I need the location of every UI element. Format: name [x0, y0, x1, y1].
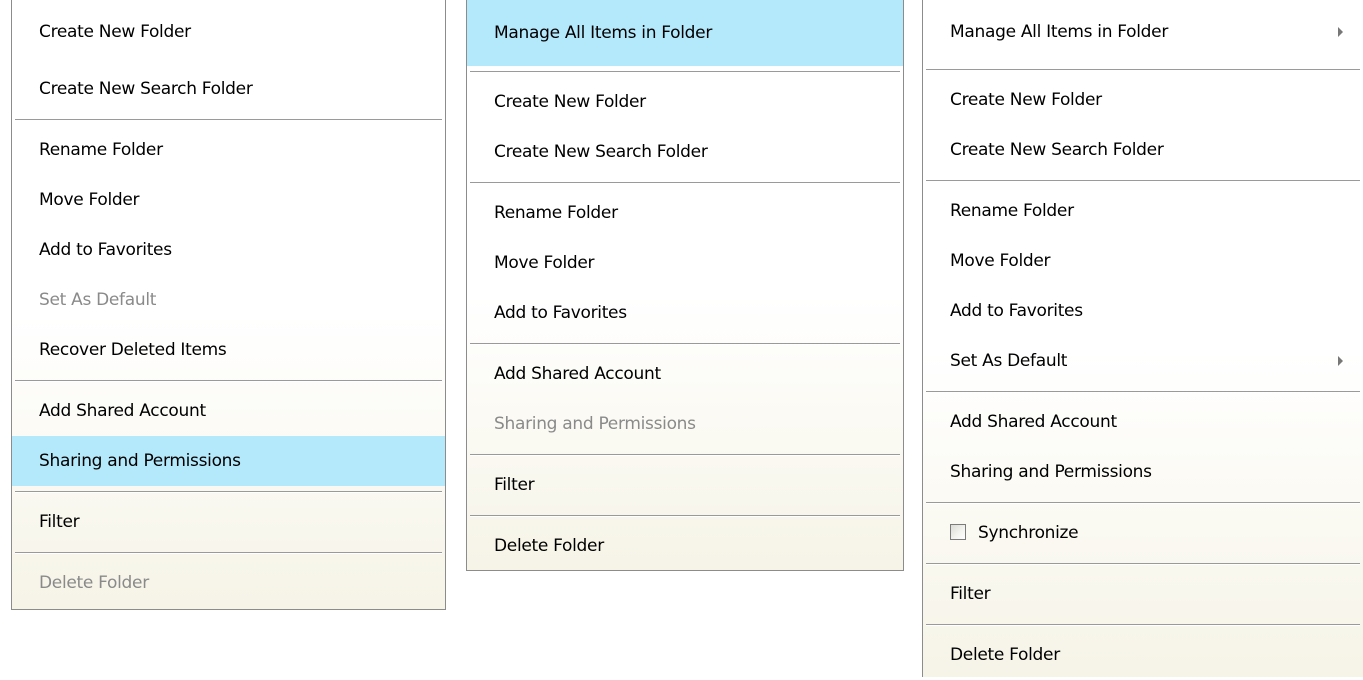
menu-item-add-to-favorites[interactable]: Add to Favorites	[12, 225, 445, 275]
menu-separator	[923, 64, 1363, 75]
menu-item-manage-all-items[interactable]: Manage All Items in Folder	[467, 0, 903, 66]
menu-item-label: Create New Search Folder	[494, 142, 708, 162]
menu-item-create-new-folder[interactable]: Create New Folder	[467, 77, 903, 127]
menu-separator	[923, 619, 1363, 630]
context-menu-mailbox-folder: Manage All Items in Folder Create New Fo…	[922, 0, 1363, 677]
menu-item-label: Add to Favorites	[950, 301, 1083, 321]
menu-item-label: Filter	[494, 475, 535, 495]
menu-separator	[12, 375, 445, 386]
menu-item-create-new-search-folder[interactable]: Create New Search Folder	[467, 127, 903, 177]
menu-item-delete-folder[interactable]: Delete Folder	[467, 521, 903, 571]
menu-item-create-new-search-folder[interactable]: Create New Search Folder	[12, 64, 445, 114]
menu-item-synchronize[interactable]: Synchronize	[923, 508, 1363, 558]
menu-item-add-shared-account[interactable]: Add Shared Account	[467, 349, 903, 399]
menu-item-rename-folder[interactable]: Rename Folder	[12, 125, 445, 175]
menu-item-move-folder[interactable]: Move Folder	[923, 236, 1363, 286]
menu-separator	[12, 547, 445, 558]
menu-item-rename-folder[interactable]: Rename Folder	[923, 186, 1363, 236]
menu-separator	[923, 386, 1363, 397]
menu-item-add-shared-account[interactable]: Add Shared Account	[12, 386, 445, 436]
menu-item-sharing-and-permissions: Sharing and Permissions	[467, 399, 903, 449]
menu-item-label: Rename Folder	[39, 140, 163, 160]
menu-item-sharing-and-permissions[interactable]: Sharing and Permissions	[923, 447, 1363, 497]
menu-separator	[12, 486, 445, 497]
menu-separator	[467, 510, 903, 521]
menu-item-add-shared-account[interactable]: Add Shared Account	[923, 397, 1363, 447]
menu-item-recover-deleted-items[interactable]: Recover Deleted Items	[12, 325, 445, 375]
menu-item-move-folder[interactable]: Move Folder	[12, 175, 445, 225]
menu-item-filter[interactable]: Filter	[467, 460, 903, 510]
menu-item-label: Create New Folder	[494, 92, 646, 112]
menu-item-label: Add to Favorites	[494, 303, 627, 323]
menu-item-rename-folder[interactable]: Rename Folder	[467, 188, 903, 238]
menu-separator	[467, 177, 903, 188]
submenu-arrow-icon	[1338, 356, 1343, 366]
menu-item-set-as-default[interactable]: Set As Default	[923, 336, 1363, 386]
menu-separator	[923, 558, 1363, 569]
menu-item-label: Delete Folder	[39, 573, 149, 593]
menu-item-label: Create New Folder	[950, 90, 1102, 110]
context-menu-outlook-folder: Create New Folder Create New Search Fold…	[11, 0, 446, 610]
menu-item-label: Synchronize	[978, 523, 1079, 543]
menu-item-label: Delete Folder	[950, 645, 1060, 665]
menu-item-set-as-default: Set As Default	[12, 275, 445, 325]
menu-item-filter[interactable]: Filter	[923, 569, 1363, 619]
menu-item-label: Manage All Items in Folder	[950, 22, 1169, 42]
menu-item-delete-folder: Delete Folder	[12, 558, 445, 608]
menu-item-label: Add Shared Account	[950, 412, 1117, 432]
menu-item-create-new-search-folder[interactable]: Create New Search Folder	[923, 125, 1363, 175]
menu-separator	[923, 175, 1363, 186]
menu-item-label: Recover Deleted Items	[39, 340, 227, 360]
menu-item-filter[interactable]: Filter	[12, 497, 445, 547]
menu-item-manage-all-items[interactable]: Manage All Items in Folder	[923, 0, 1363, 64]
menu-item-label: Move Folder	[950, 251, 1051, 271]
menu-item-label: Filter	[39, 512, 80, 532]
menu-item-label: Sharing and Permissions	[494, 414, 696, 434]
synchronize-checkbox[interactable]	[950, 523, 966, 540]
menu-separator	[923, 497, 1363, 508]
menu-item-label: Rename Folder	[494, 203, 618, 223]
menu-separator	[467, 66, 903, 77]
menu-item-label: Create New Folder	[39, 22, 191, 42]
menu-item-label: Sharing and Permissions	[39, 451, 241, 471]
menu-item-move-folder[interactable]: Move Folder	[467, 238, 903, 288]
menu-separator	[12, 114, 445, 125]
menu-item-label: Rename Folder	[950, 201, 1074, 221]
menu-item-label: Create New Search Folder	[950, 140, 1164, 160]
menu-item-create-new-folder[interactable]: Create New Folder	[923, 75, 1363, 125]
menu-item-label: Sharing and Permissions	[950, 462, 1152, 482]
menu-item-label: Move Folder	[39, 190, 140, 210]
menu-item-label: Add to Favorites	[39, 240, 172, 260]
menu-item-label: Add Shared Account	[39, 401, 206, 421]
menu-item-label: Set As Default	[950, 351, 1068, 371]
menu-separator	[467, 338, 903, 349]
menu-item-add-to-favorites[interactable]: Add to Favorites	[923, 286, 1363, 336]
menu-item-label: Filter	[950, 584, 991, 604]
menu-item-label: Manage All Items in Folder	[494, 23, 713, 43]
menu-item-add-to-favorites[interactable]: Add to Favorites	[467, 288, 903, 338]
menu-item-delete-folder[interactable]: Delete Folder	[923, 630, 1363, 680]
menu-item-label: Delete Folder	[494, 536, 604, 556]
menu-item-sharing-and-permissions[interactable]: Sharing and Permissions	[12, 436, 445, 486]
submenu-arrow-icon	[1338, 27, 1343, 37]
menu-item-label: Set As Default	[39, 290, 157, 310]
menu-item-create-new-folder[interactable]: Create New Folder	[12, 0, 445, 64]
menu-item-label: Move Folder	[494, 253, 595, 273]
context-menu-shared-folder: Manage All Items in Folder Create New Fo…	[466, 0, 904, 571]
menu-item-label: Create New Search Folder	[39, 79, 253, 99]
menu-separator	[467, 449, 903, 460]
menu-item-label: Add Shared Account	[494, 364, 661, 384]
